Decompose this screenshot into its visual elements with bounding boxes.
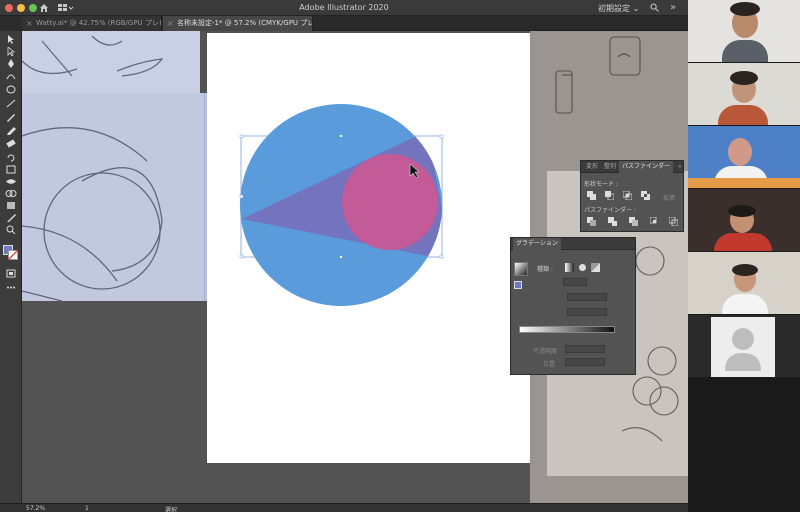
tab-gradient[interactable]: グラデーション <box>513 238 561 250</box>
avatar-placeholder <box>711 317 775 377</box>
participant-hair <box>730 71 758 85</box>
selection-icon[interactable] <box>4 35 18 44</box>
scale-icon[interactable] <box>4 165 18 174</box>
gradient-preview-swatch[interactable] <box>514 262 528 276</box>
unite-icon[interactable] <box>587 191 596 200</box>
participant-body <box>722 294 768 314</box>
chevron-down-icon: ⌄ <box>632 4 640 13</box>
paintbrush-icon[interactable] <box>4 113 18 122</box>
location-field[interactable] <box>565 358 605 366</box>
opacity-field[interactable] <box>565 345 605 353</box>
exclude-icon[interactable] <box>641 191 650 200</box>
video-call-strip <box>688 0 800 512</box>
zoom-level[interactable]: 57.2% <box>26 505 45 512</box>
tab-label: 名称未設定-1* @ 57.2% (CMYK/GPU プレビュー) <box>177 19 312 27</box>
eyedropper-icon[interactable] <box>4 213 18 222</box>
trim-icon[interactable] <box>608 217 617 226</box>
location-label: 位置 <box>543 361 556 368</box>
tab-pathfinder[interactable]: パスファインダー <box>619 161 674 173</box>
freeform-gradient-icon[interactable] <box>591 263 600 272</box>
angle-field[interactable] <box>567 293 607 301</box>
workspace-label: 初期設定 <box>598 4 630 13</box>
zoom-icon[interactable] <box>4 225 18 234</box>
divide-icon[interactable] <box>587 217 596 226</box>
participant-face <box>728 138 752 166</box>
tools-panel <box>0 31 22 503</box>
pencil-icon[interactable] <box>4 127 18 136</box>
no-stroke-icon <box>8 250 18 260</box>
gradient-type-label: 種類 : <box>537 266 553 273</box>
participant-video-3[interactable] <box>688 126 800 188</box>
participant-video-4[interactable] <box>688 189 800 251</box>
pathfinders-label: パスファインダー : <box>584 207 636 214</box>
linear-gradient-icon[interactable] <box>565 263 574 272</box>
expand-button[interactable]: 拡張 <box>663 193 675 202</box>
workspace-switcher[interactable]: 初期設定 ⌄ <box>598 3 639 14</box>
app-title: Adobe Illustrator 2020 <box>299 3 389 12</box>
gradient-panel: グラデーション 種類 : 不透明度 位置 <box>510 237 636 375</box>
aspect-ratio-field[interactable] <box>567 308 607 316</box>
edit-toolbar-icon[interactable] <box>4 283 18 292</box>
outline-icon[interactable] <box>669 217 678 226</box>
participant-video-6[interactable] <box>688 315 800 377</box>
stroke-gradient-field[interactable] <box>563 278 587 286</box>
width-icon[interactable] <box>4 177 18 186</box>
close-tab-icon[interactable]: × <box>167 16 174 31</box>
participant-video-5[interactable] <box>688 252 800 314</box>
ellipse-icon[interactable] <box>4 85 18 94</box>
user-avatar-icon <box>725 328 761 371</box>
status-bar: 57.2% 1 選択 <box>0 503 688 512</box>
pen-icon[interactable] <box>4 59 18 68</box>
gradient-slider[interactable] <box>519 326 615 333</box>
participant-hat <box>730 2 760 16</box>
screen-mode-icon[interactable] <box>4 269 18 278</box>
opacity-label: 不透明度 <box>533 348 558 355</box>
participant-video-2[interactable] <box>688 63 800 125</box>
participant-hair <box>732 264 758 276</box>
document-tab-watty[interactable]: × Watty.ai* @ 42.75% (RGB/GPU プレビュー) <box>22 16 162 31</box>
minus-front-icon[interactable] <box>605 191 614 200</box>
eraser-icon[interactable] <box>4 139 18 148</box>
tab-label: Watty.ai* @ 42.75% (RGB/GPU プレビュー) <box>36 19 161 27</box>
intersect-icon[interactable] <box>623 191 632 200</box>
radial-gradient-icon[interactable] <box>578 263 587 272</box>
panel-tab-bar: グラデーション <box>511 238 635 250</box>
document-tab-untitled[interactable]: × 名称未設定-1* @ 57.2% (CMYK/GPU プレビュー) <box>163 16 313 31</box>
rotate-icon[interactable] <box>4 153 18 162</box>
shape-builder-icon[interactable] <box>4 189 18 198</box>
participant-body <box>722 40 768 62</box>
curvature-icon[interactable] <box>4 71 18 80</box>
direct-selection-icon[interactable] <box>4 47 18 56</box>
search-icon[interactable] <box>650 3 659 12</box>
participant-body <box>714 233 772 251</box>
participant-video-1[interactable] <box>688 0 800 62</box>
tab-align[interactable]: 整列 <box>601 161 619 173</box>
artboard-navigator[interactable]: 1 <box>85 505 89 512</box>
document-tab-bar: × Watty.ai* @ 42.75% (RGB/GPU プレビュー) × 名… <box>22 16 688 31</box>
title-bar: Adobe Illustrator 2020 初期設定 ⌄ » <box>0 0 688 16</box>
current-tool-label[interactable]: 選択 <box>165 505 177 512</box>
panel-menu-icon[interactable]: » <box>675 161 685 173</box>
gradient-fill-swatch[interactable] <box>514 281 522 289</box>
magenta-circle-shape <box>342 154 438 250</box>
gradient-icon[interactable] <box>4 201 18 210</box>
crop-icon[interactable] <box>650 217 659 226</box>
background-strip <box>688 178 800 188</box>
participant-body <box>718 105 768 125</box>
close-tab-icon[interactable]: × <box>26 16 33 31</box>
panel-tab-bar: 変形 整列 パスファインダー » <box>581 161 683 173</box>
shape-modes-label: 形状モード : <box>584 181 618 188</box>
tab-transform[interactable]: 変形 <box>583 161 601 173</box>
participant-hair <box>728 205 756 217</box>
more-icon[interactable]: » <box>670 2 676 13</box>
merge-icon[interactable] <box>629 217 638 226</box>
pathfinder-panel: 変形 整列 パスファインダー » 形状モード : 拡張 パスファインダー : <box>580 160 684 232</box>
line-icon[interactable] <box>4 99 18 108</box>
sketch-strokes <box>22 35 164 302</box>
